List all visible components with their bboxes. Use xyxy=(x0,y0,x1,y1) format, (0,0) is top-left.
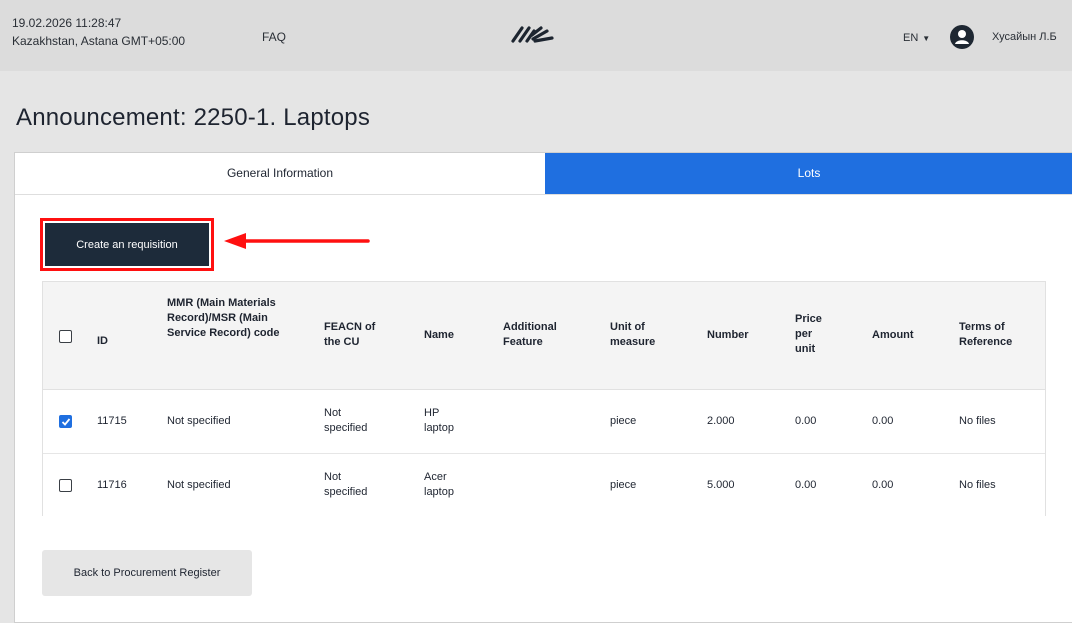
col-price-per-unit: Price per unit xyxy=(795,313,822,355)
user-avatar-icon[interactable] xyxy=(950,25,974,49)
tab-bar: General Information Lots xyxy=(15,153,1072,195)
pointer-arrow-icon xyxy=(224,233,370,249)
chevron-down-icon: ▼ xyxy=(922,34,931,43)
tab-lots[interactable]: Lots xyxy=(545,153,1072,194)
table-header: ID MMR (Main Materials Record)/MSR (Main… xyxy=(43,282,1045,390)
cell-amount: 0.00 xyxy=(872,415,894,427)
cell-number: 2.000 xyxy=(707,415,735,427)
col-amount: Amount xyxy=(872,329,914,341)
cell-unit: piece xyxy=(610,479,637,491)
row-checkbox[interactable] xyxy=(59,415,72,428)
datetime-block: 19.02.2026 11:28:47 Kazakhstan, Astana G… xyxy=(12,14,185,50)
cell-mmr-code: Not specified xyxy=(167,415,231,427)
timezone-label: Kazakhstan, Astana GMT+05:00 xyxy=(12,34,186,48)
col-unit-of-measure: Unit of measure xyxy=(610,321,656,348)
cell-mmr-code: Not specified xyxy=(167,479,231,491)
cell-id: 11716 xyxy=(97,479,127,491)
col-mmr-code: MMR (Main Materials Record)/MSR (Main Se… xyxy=(167,297,280,339)
cell-unit: piece xyxy=(610,415,637,427)
select-all-checkbox[interactable] xyxy=(59,330,72,343)
current-datetime: 19.02.2026 11:28:47 xyxy=(12,16,122,30)
back-to-register-button[interactable]: Back to Procurement Register xyxy=(42,550,252,596)
cell-amount: 0.00 xyxy=(872,479,894,491)
cell-feacn: Not specified xyxy=(324,407,368,434)
faq-link[interactable]: FAQ xyxy=(262,30,286,44)
user-name[interactable]: Хусайын Л.Б xyxy=(992,31,1057,43)
top-header: 19.02.2026 11:28:47 Kazakhstan, Astana G… xyxy=(0,0,1072,71)
cell-number: 5.000 xyxy=(707,479,735,491)
col-number: Number xyxy=(707,329,749,341)
highlight-box: Create an requisition xyxy=(40,218,214,271)
row-checkbox[interactable] xyxy=(59,479,72,492)
lots-table: ID MMR (Main Materials Record)/MSR (Main… xyxy=(42,281,1046,517)
col-additional-feature: Additional Feature xyxy=(503,321,557,348)
language-selector[interactable]: EN ▼ xyxy=(903,32,930,44)
table-row[interactable]: 11715 Not specified Not specified HP lap… xyxy=(43,390,1045,454)
brand-logo-icon[interactable] xyxy=(510,22,556,49)
table-row[interactable]: 11716 Not specified Not specified Acer l… xyxy=(43,454,1045,517)
col-id: ID xyxy=(97,335,108,347)
cell-terms: No files xyxy=(959,415,996,427)
cell-name: Acer laptop xyxy=(424,471,454,498)
cell-feacn: Not specified xyxy=(324,471,368,498)
cell-name: HP laptop xyxy=(424,407,454,434)
cell-price: 0.00 xyxy=(795,415,817,427)
language-label: EN xyxy=(903,32,919,44)
col-name: Name xyxy=(424,329,454,341)
tab-general-information[interactable]: General Information xyxy=(15,153,545,193)
cell-price: 0.00 xyxy=(795,479,817,491)
cell-id: 11715 xyxy=(97,415,127,427)
announcement-panel: General Information Lots Create an requi… xyxy=(14,152,1072,623)
col-terms-of-reference: Terms of Reference xyxy=(959,321,1013,348)
page-title: Announcement: 2250-1. Laptops xyxy=(16,104,371,131)
create-requisition-button[interactable]: Create an requisition xyxy=(45,223,209,266)
col-feacn: FEACN of the CU xyxy=(324,321,376,348)
cell-terms: No files xyxy=(959,479,996,491)
